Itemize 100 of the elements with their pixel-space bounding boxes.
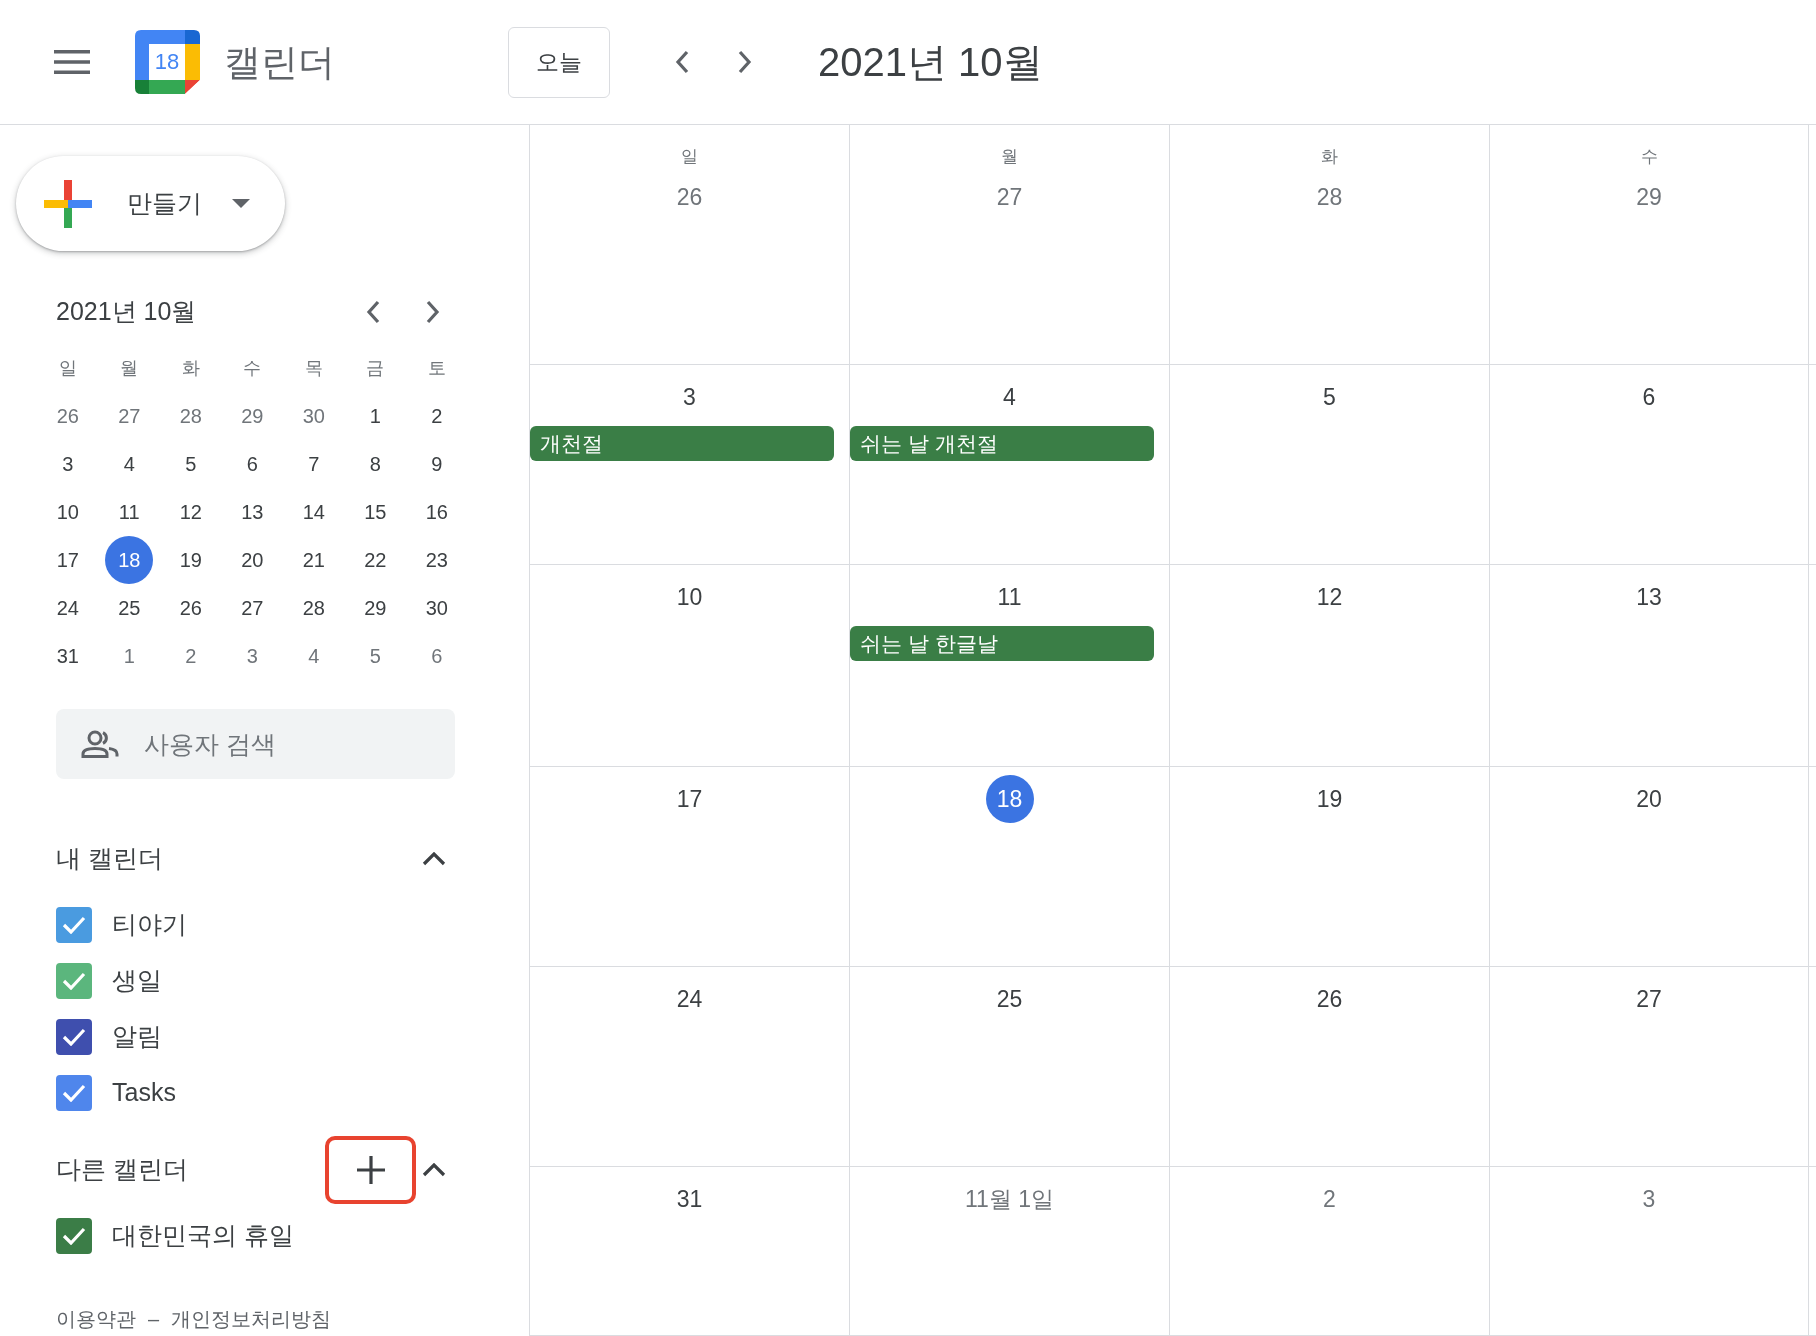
day-number[interactable]: 3 (1642, 1185, 1656, 1213)
create-button[interactable]: 만들기 (16, 156, 285, 251)
checkbox[interactable] (56, 1218, 92, 1254)
day-number[interactable]: 6 (1642, 383, 1656, 411)
day-number[interactable]: 28 (1316, 183, 1343, 211)
day-number[interactable]: 13 (1636, 583, 1662, 611)
mini-calendar-day[interactable]: 28 (166, 392, 215, 440)
mini-calendar-day[interactable]: 27 (105, 392, 154, 440)
weekday-label: 화 (181, 356, 200, 380)
day-number[interactable]: 3 (683, 383, 696, 411)
mini-calendar-day[interactable]: 16 (412, 488, 461, 536)
mini-calendar-day[interactable]: 18 (105, 536, 154, 584)
day-number[interactable]: 24 (676, 985, 703, 1013)
day-number[interactable]: 26 (1316, 985, 1343, 1013)
weekday-label: 토 (427, 356, 446, 380)
app-title: 캘린더 (224, 43, 335, 81)
calendar-name: Tasks (112, 1077, 176, 1109)
checkbox[interactable] (56, 1075, 92, 1111)
mini-calendar-day[interactable]: 13 (228, 488, 277, 536)
event-chip[interactable]: 쉬는 날 한글날 (850, 626, 1154, 661)
mini-calendar-day[interactable]: 4 (105, 440, 154, 488)
mini-calendar-day[interactable]: 7 (289, 440, 338, 488)
mini-calendar-day[interactable]: 23 (412, 536, 461, 584)
mini-calendar-day[interactable]: 19 (166, 536, 215, 584)
mini-calendar-day[interactable]: 31 (43, 632, 92, 680)
day-number[interactable]: 25 (996, 985, 1023, 1013)
day-number[interactable]: 31 (676, 1185, 703, 1213)
mini-calendar-day[interactable]: 11 (105, 488, 154, 536)
checkbox[interactable] (56, 1019, 92, 1055)
day-number[interactable]: 27 (1636, 985, 1662, 1013)
day-number[interactable]: 4 (1003, 383, 1016, 411)
mini-calendar-day[interactable]: 4 (289, 632, 338, 680)
chevron-right-icon (426, 300, 440, 324)
calendar-name: 알림 (112, 1021, 162, 1053)
check-icon (62, 916, 86, 934)
footer-link[interactable]: 개인정보처리방침 (171, 1306, 332, 1332)
people-icon (81, 730, 119, 758)
mini-calendar-day[interactable]: 28 (289, 584, 338, 632)
mini-calendar-day[interactable]: 2 (412, 392, 461, 440)
mini-calendar-day[interactable]: 21 (289, 536, 338, 584)
day-number[interactable]: 11 (997, 583, 1022, 611)
mini-calendar-day[interactable]: 2 (166, 632, 215, 680)
link-separator: – (148, 1307, 160, 1332)
people-search-field[interactable]: 사용자 검색 (56, 709, 455, 779)
mini-calendar-day[interactable]: 12 (166, 488, 215, 536)
check-icon (62, 1084, 86, 1102)
mini-calendar-day[interactable]: 15 (351, 488, 400, 536)
day-number[interactable]: 11월 1일 (964, 1185, 1055, 1213)
mini-calendar-day[interactable]: 14 (289, 488, 338, 536)
mini-calendar-day[interactable]: 8 (351, 440, 400, 488)
calendar-name: 대한민국의 휴일 (112, 1220, 294, 1252)
day-number[interactable]: 12 (1316, 583, 1343, 611)
day-number[interactable]: 17 (676, 785, 703, 813)
mini-calendar-day[interactable]: 6 (228, 440, 277, 488)
logo-date: 18 (154, 51, 180, 73)
mini-calendar-day[interactable]: 24 (43, 584, 92, 632)
event-chip[interactable]: 쉬는 날 개천절 (850, 426, 1154, 461)
checkbox[interactable] (56, 907, 92, 943)
menu-icon (54, 50, 90, 74)
mini-calendar-day[interactable]: 26 (166, 584, 215, 632)
mini-calendar-day[interactable]: 29 (351, 584, 400, 632)
day-number[interactable]: 20 (1636, 785, 1662, 813)
day-number[interactable]: 2 (1323, 1185, 1336, 1213)
mini-calendar-day[interactable]: 17 (43, 536, 92, 584)
section-title: 내 캘린더 (56, 843, 164, 875)
mini-calendar-day[interactable]: 3 (43, 440, 92, 488)
weekday-label: 수 (243, 356, 262, 380)
mini-calendar-day[interactable]: 5 (166, 440, 215, 488)
add-calendar-button[interactable] (325, 1136, 416, 1204)
mini-calendar-day[interactable]: 30 (412, 584, 461, 632)
today-button[interactable]: 오늘 (508, 26, 610, 98)
mini-calendar-day[interactable]: 10 (43, 488, 92, 536)
mini-calendar-day[interactable]: 1 (105, 632, 154, 680)
day-number[interactable]: 5 (1323, 383, 1336, 411)
day-number[interactable]: 18 (985, 775, 1034, 823)
day-number[interactable]: 26 (676, 183, 703, 211)
weekday-label: 일 (681, 146, 698, 169)
weekday-label: 월 (120, 356, 139, 380)
footer-link[interactable]: 이용약관 (56, 1306, 136, 1332)
mini-calendar-day[interactable]: 20 (228, 536, 277, 584)
day-number[interactable]: 19 (1316, 785, 1343, 813)
mini-calendar-day[interactable]: 9 (412, 440, 461, 488)
mini-calendar-day[interactable]: 30 (289, 392, 338, 440)
day-number[interactable]: 29 (1636, 183, 1662, 211)
section-title: 다른 캘린더 (56, 1154, 189, 1186)
mini-calendar-day[interactable]: 22 (351, 536, 400, 584)
mini-calendar-day[interactable]: 29 (228, 392, 277, 440)
weekday-label: 수 (1640, 146, 1658, 169)
mini-calendar-day[interactable]: 27 (228, 584, 277, 632)
event-chip[interactable]: 개천절 (530, 426, 834, 461)
mini-calendar-day[interactable]: 26 (43, 392, 92, 440)
mini-calendar-day[interactable]: 5 (351, 632, 400, 680)
mini-calendar-day[interactable]: 6 (412, 632, 461, 680)
checkbox[interactable] (56, 963, 92, 999)
day-number[interactable]: 10 (676, 583, 703, 611)
day-number[interactable]: 27 (996, 183, 1023, 211)
mini-calendar-day[interactable]: 3 (228, 632, 277, 680)
mini-calendar-day[interactable]: 25 (105, 584, 154, 632)
weekday-label: 일 (58, 356, 77, 380)
mini-calendar-day[interactable]: 1 (351, 392, 400, 440)
